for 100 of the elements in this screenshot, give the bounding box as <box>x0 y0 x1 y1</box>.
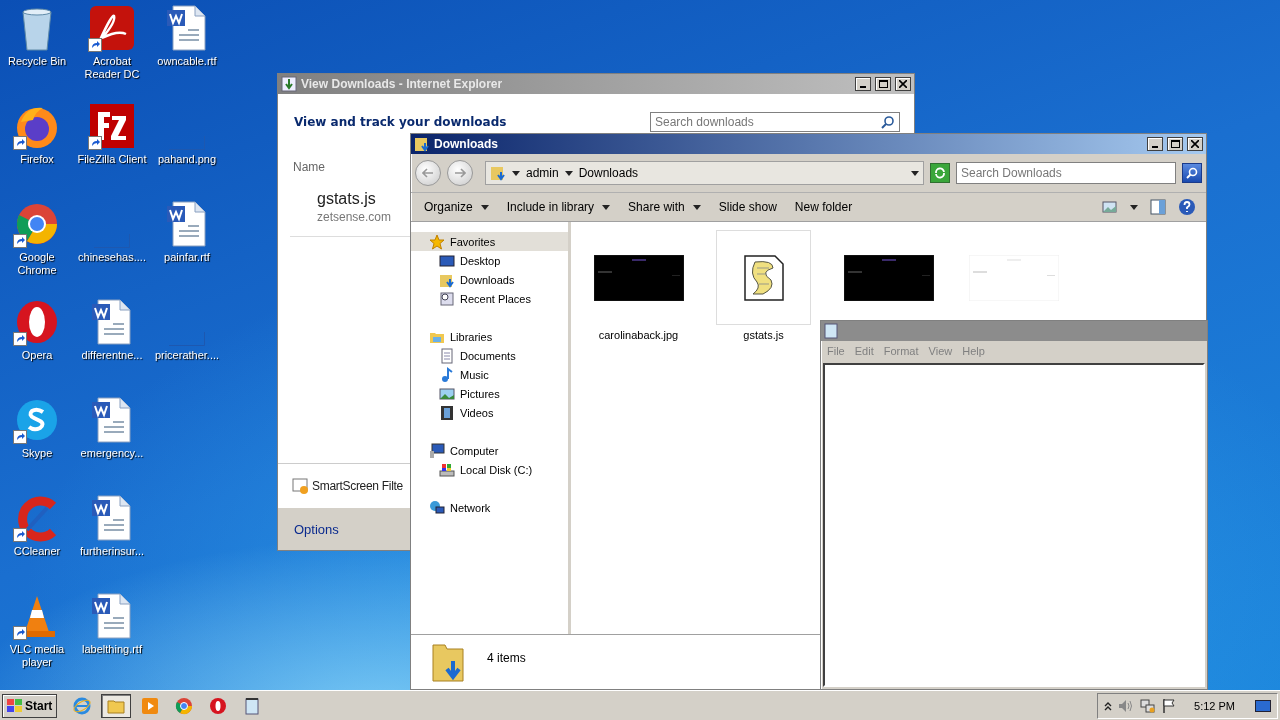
nav-item[interactable]: Local Disk (C:) <box>411 460 568 479</box>
computer-icon <box>429 442 445 459</box>
icon-label: Google Chrome <box>16 251 58 277</box>
breadcrumb[interactable]: admin <box>526 166 559 180</box>
icon-label: Opera <box>21 349 53 362</box>
downloads-icon <box>281 76 297 92</box>
start-button[interactable]: Start <box>2 693 58 718</box>
hard-disk-icon <box>439 461 455 478</box>
nav-item[interactable]: Libraries <box>411 327 568 346</box>
refresh-button[interactable] <box>930 163 950 183</box>
icon-label: differentne... <box>81 349 143 362</box>
icon-label: Firefox <box>20 153 54 166</box>
nav-item[interactable]: Recent Places <box>411 289 568 308</box>
column-header: Name <box>293 160 325 174</box>
icon-label: Acrobat Reader DC <box>83 55 141 81</box>
taskbar-button[interactable] <box>101 693 132 718</box>
flag-icon[interactable] <box>1162 697 1177 714</box>
download-source: zetsense.com <box>317 210 392 224</box>
nav-item[interactable]: Downloads <box>411 270 568 289</box>
close-button[interactable] <box>1187 137 1203 151</box>
address-bar[interactable]: admin Downloads <box>485 161 924 185</box>
recent-places-icon <box>439 290 455 307</box>
caret-icon <box>564 170 573 176</box>
options-link[interactable]: Options <box>294 521 339 537</box>
caret-icon <box>480 204 489 210</box>
close-icon <box>1191 140 1199 148</box>
desktop-shortcut[interactable]: Firefox <box>0 102 74 200</box>
maximize-button[interactable] <box>1167 137 1183 151</box>
icon-label: emergency... <box>80 447 144 460</box>
desktop-shortcut[interactable]: VLC media player <box>0 592 74 690</box>
clock: 5:12 PM <box>1194 699 1235 712</box>
star-icon <box>429 233 445 250</box>
nav-item[interactable]: Music <box>411 365 568 384</box>
nav-item[interactable]: Videos <box>411 403 568 422</box>
desktop-shortcut[interactable]: Skype <box>0 396 74 494</box>
desktop-shortcut[interactable]: chinesehas.... <box>75 200 149 298</box>
desktop-shortcut[interactable]: Acrobat Reader DC <box>75 4 149 102</box>
close-icon <box>899 80 907 88</box>
chevron-up-icon[interactable] <box>1104 700 1113 711</box>
desktop-shortcut[interactable]: Recycle Bin <box>0 4 74 102</box>
toolbar-button[interactable]: Share with <box>621 198 708 216</box>
image-icon <box>1102 200 1118 214</box>
toolbar-button[interactable]: Include in library <box>499 198 618 216</box>
desktop-shortcut[interactable]: differentne... <box>75 298 149 396</box>
nav-item[interactable]: Documents <box>411 346 568 365</box>
desktop-shortcut[interactable]: furtherinsur... <box>75 494 149 592</box>
refresh-icon <box>934 167 946 179</box>
script-file-icon <box>742 253 785 302</box>
desktop-shortcut[interactable]: pahand.png <box>150 102 224 200</box>
network-icon[interactable] <box>1140 697 1157 714</box>
toolbar-button[interactable]: New folder <box>787 198 860 216</box>
desktop-shortcut[interactable]: Google Chrome <box>0 200 74 298</box>
smartscreen-label: SmartScreen Filte <box>312 479 403 493</box>
desktop-shortcut[interactable]: labelthing.rtf <box>75 592 149 690</box>
icon-label: Skype <box>21 447 53 460</box>
nav-item[interactable]: Desktop <box>411 251 568 270</box>
breadcrumb[interactable]: Downloads <box>578 166 639 180</box>
film-strip-icon <box>439 404 455 421</box>
maximize-icon <box>878 80 888 88</box>
minimize-button[interactable] <box>855 77 871 91</box>
desktop-shortcut[interactable]: painfar.rtf <box>150 200 224 298</box>
forward-button[interactable] <box>447 160 473 186</box>
window-title: Downloads <box>434 137 499 151</box>
maximize-icon <box>1170 140 1180 148</box>
nav-item[interactable]: Computer <box>411 441 568 460</box>
maximize-button[interactable] <box>875 77 891 91</box>
nav-item[interactable]: Pictures <box>411 384 568 403</box>
icon-label: furtherinsur... <box>79 545 145 558</box>
icon-label: Recycle Bin <box>7 55 67 68</box>
notepad-icon <box>824 323 838 339</box>
back-button[interactable] <box>415 160 441 186</box>
file-name: carolinaback.jpg <box>598 329 679 341</box>
desktop-shortcut[interactable]: pricerather.... <box>150 298 224 396</box>
search-button[interactable] <box>1182 163 1202 183</box>
desktop-shortcut[interactable]: Opera <box>0 298 74 396</box>
desktop-shortcut[interactable]: emergency... <box>75 396 149 494</box>
desktop-icon <box>439 252 455 269</box>
folder-download-icon <box>490 165 506 181</box>
desktop-shortcut[interactable]: owncable.rtf <box>150 4 224 102</box>
caret-icon <box>692 204 701 210</box>
folder-download-icon <box>431 641 467 683</box>
toolbar-button[interactable]: Slide show <box>711 198 784 216</box>
desktop-shortcut[interactable]: FileZilla Client <box>75 102 149 200</box>
shield-warning-icon <box>292 477 310 495</box>
toolbar-button[interactable]: Organize <box>417 198 496 216</box>
arrow-left-icon <box>422 168 434 178</box>
search-field[interactable]: Search Downloads <box>956 162 1176 184</box>
help-icon <box>1178 198 1196 216</box>
nav-item[interactable]: Favorites <box>411 232 568 251</box>
close-button[interactable] <box>895 77 911 91</box>
arrow-right-icon <box>454 168 466 178</box>
desktop-shortcut[interactable]: CCleaner <box>0 494 74 592</box>
search-field[interactable]: Search downloads <box>650 112 900 132</box>
minimize-button[interactable] <box>1147 137 1163 151</box>
nav-item[interactable]: Network <box>411 498 568 517</box>
show-desktop-icon[interactable] <box>1255 699 1271 712</box>
pane-icon <box>1150 199 1166 215</box>
folder-download-icon <box>414 136 430 152</box>
page-heading: View and track your downloads <box>294 115 507 129</box>
network-icon <box>429 499 445 516</box>
